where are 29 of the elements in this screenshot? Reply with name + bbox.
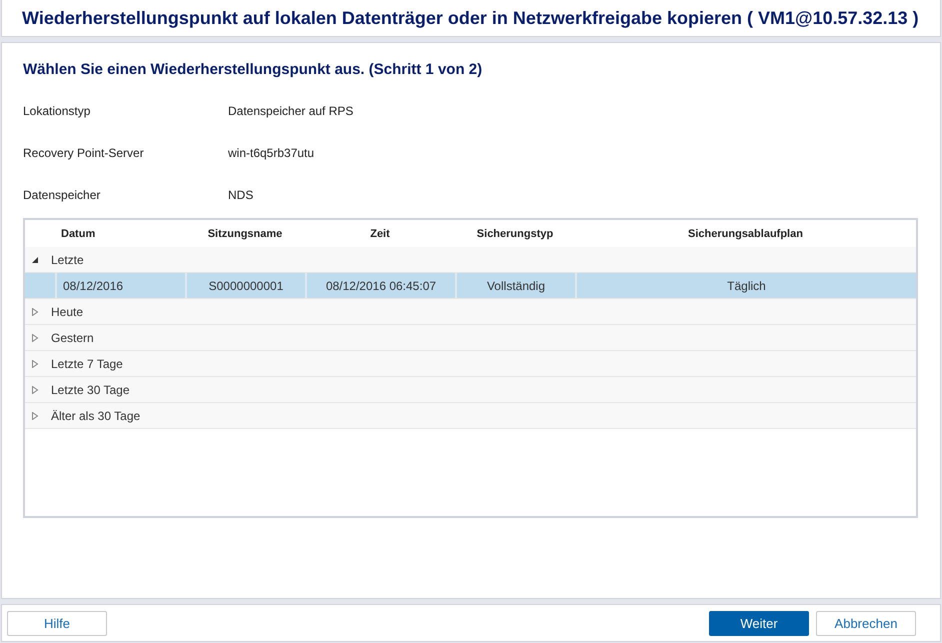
collapse-icon[interactable] bbox=[31, 256, 39, 264]
table-row[interactable]: 08/12/2016 S0000000001 08/12/2016 06:45:07 Vollständig Täglich bbox=[25, 273, 916, 299]
button[interactable]: Weiter bbox=[709, 610, 809, 636]
field-label: Datenspeicher bbox=[23, 188, 102, 202]
column-header[interactable]: Sitzungsname bbox=[185, 228, 305, 240]
group-label[interactable]: Älter als 30 Tage bbox=[51, 408, 140, 422]
expand-icon[interactable] bbox=[31, 360, 39, 368]
group-label[interactable]: Letzte bbox=[51, 252, 84, 266]
button[interactable]: Hilfe bbox=[7, 610, 107, 636]
window-title: Wiederherstellungspunkt auf lokalen Datenträger oder in Netzwerkfreigabe kopieren ( VM1@10.57.32.13 ) bbox=[22, 8, 919, 28]
expand-icon[interactable] bbox=[31, 412, 39, 420]
field-value: win-t6q5rb37utu bbox=[228, 146, 314, 160]
column-header[interactable]: Zeit bbox=[305, 228, 455, 240]
column-header[interactable]: Sicherungsablaufplan bbox=[575, 228, 916, 240]
column-header[interactable]: Datum bbox=[55, 228, 185, 240]
field-value: NDS bbox=[228, 188, 254, 202]
step-title: Wählen Sie einen Wiederherstellungspunkt aus. (Schritt 1 von 2) bbox=[23, 61, 484, 78]
group-label[interactable]: Gestern bbox=[51, 330, 94, 344]
field-value: Datenspeicher auf RPS bbox=[228, 104, 354, 118]
group-label[interactable]: Heute bbox=[51, 304, 84, 318]
button[interactable]: Abbrechen bbox=[816, 610, 916, 636]
expand-icon[interactable] bbox=[31, 334, 39, 342]
column-header[interactable]: Sicherungstyp bbox=[455, 228, 575, 240]
field-label: Recovery Point-Server bbox=[23, 146, 145, 160]
group-label[interactable]: Letzte 30 Tage bbox=[51, 382, 130, 396]
expand-icon[interactable] bbox=[31, 308, 39, 316]
expand-icon[interactable] bbox=[31, 386, 39, 394]
group-label[interactable]: Letzte 7 Tage bbox=[51, 356, 123, 370]
field-label: Lokationstyp bbox=[23, 104, 92, 118]
